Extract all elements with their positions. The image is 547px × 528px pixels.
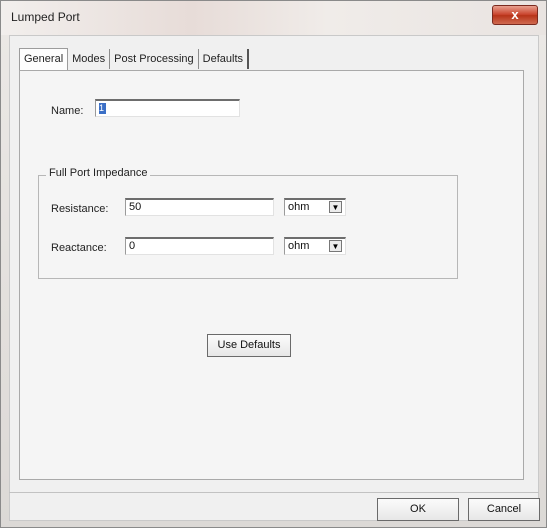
resistance-unit-select[interactable]: ohm ▼	[284, 198, 346, 216]
reactance-label: Reactance:	[51, 242, 107, 254]
use-defaults-button[interactable]: Use Defaults	[207, 334, 291, 357]
full-port-impedance-group	[38, 175, 458, 279]
tab-modes[interactable]: Modes	[68, 49, 111, 69]
tab-post-processing[interactable]: Post Processing	[110, 49, 199, 69]
name-value: 1	[99, 103, 106, 114]
full-port-impedance-title: Full Port Impedance	[46, 167, 151, 179]
resistance-value: 50	[129, 201, 142, 213]
name-field[interactable]: 1	[95, 99, 240, 117]
title-bar[interactable]: Lumped Port x	[1, 1, 546, 35]
cancel-button[interactable]: Cancel	[468, 498, 540, 521]
lumped-port-dialog: Lumped Port x General Modes Post Process…	[0, 0, 547, 528]
tab-strip: General Modes Post Processing Defaults	[19, 48, 250, 71]
reactance-unit-value: ohm	[288, 240, 310, 252]
chevron-down-icon[interactable]: ▼	[329, 201, 342, 213]
name-label: Name:	[51, 105, 84, 117]
chevron-down-icon[interactable]: ▼	[329, 240, 342, 252]
resistance-field[interactable]: 50	[125, 198, 274, 216]
tab-general[interactable]: General	[19, 48, 69, 71]
reactance-unit-select[interactable]: ohm ▼	[284, 237, 346, 255]
resistance-unit-value: ohm	[288, 201, 310, 213]
close-icon: x	[511, 7, 519, 22]
footer-divider	[9, 492, 539, 493]
tab-defaults[interactable]: Defaults	[199, 49, 250, 69]
reactance-field[interactable]: 0	[125, 237, 274, 255]
window-title: Lumped Port	[11, 10, 80, 24]
reactance-value: 0	[129, 240, 136, 252]
ok-button[interactable]: OK	[377, 498, 459, 521]
resistance-label: Resistance:	[51, 203, 109, 215]
close-button[interactable]: x	[492, 5, 538, 25]
